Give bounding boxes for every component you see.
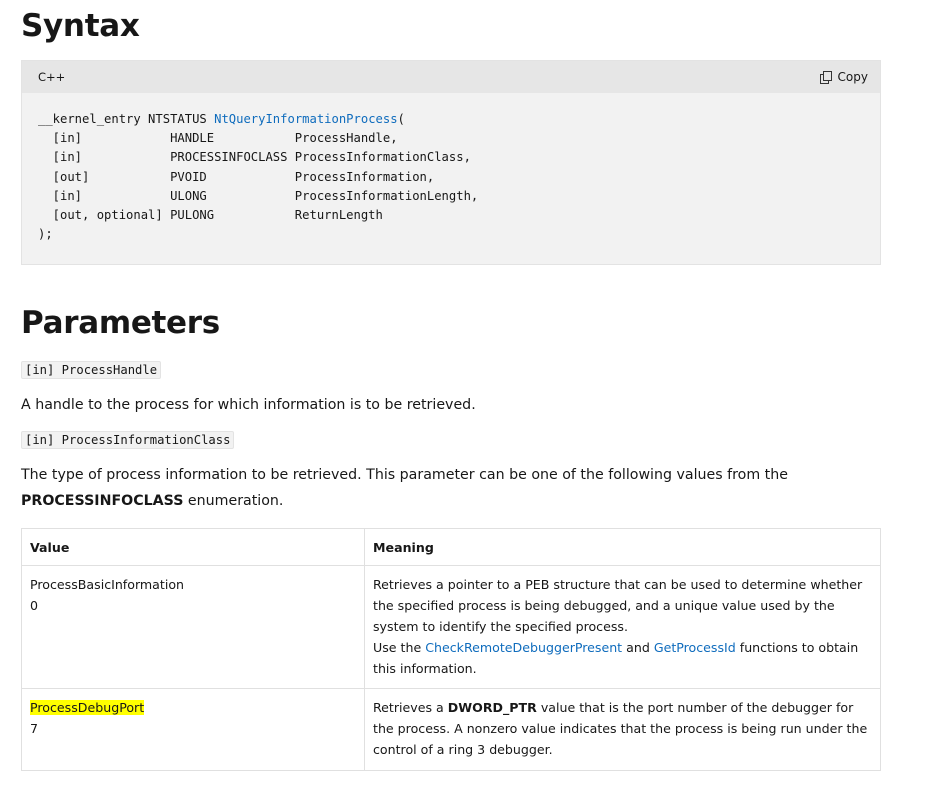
- param-process-handle-description: A handle to the process for which inform…: [21, 397, 476, 414]
- code-language-label: C++: [38, 70, 66, 84]
- syntax-code-block: C++ Copy __kernel_entry NTSTATUS NtQuery…: [21, 60, 881, 266]
- param-process-handle: [in] ProcessHandle: [21, 361, 162, 380]
- highlighted-value-name: ProcessDebugPort: [30, 700, 145, 716]
- meaning-fragment: Use the: [373, 639, 426, 655]
- code-function-name: NtQueryInformationProcess: [214, 112, 398, 126]
- code-line: [in] HANDLE ProcessHandle,: [38, 131, 398, 146]
- description-text: enumeration.: [183, 493, 284, 510]
- code-open-paren: (: [397, 112, 405, 126]
- value-number: 7: [30, 721, 39, 737]
- header-value: Value: [21, 528, 365, 567]
- meaning-fragment: Retrieves a: [373, 700, 448, 716]
- param-process-information-class: [in] ProcessInformationClass: [21, 431, 235, 450]
- link-get-process-id[interactable]: GetProcessId: [654, 640, 736, 655]
- param-process-information-class-description: The type of process information to be re…: [21, 462, 821, 514]
- meaning-fragment: and: [622, 639, 654, 655]
- description-text: The type of process information to be re…: [21, 467, 788, 484]
- code-close: );: [38, 227, 53, 242]
- header-meaning: Meaning: [364, 528, 881, 567]
- code-header: C++ Copy: [22, 61, 880, 93]
- meaning-text: Retrieves a pointer to a PEB structure t…: [373, 577, 863, 635]
- parameters-heading: Parameters: [21, 305, 220, 342]
- meaning-text: Retrieves a DWORD_PTR value that is the …: [373, 698, 872, 760]
- meaning-cell: Retrieves a DWORD_PTR value that is the …: [364, 688, 881, 771]
- link-check-remote-debugger-present[interactable]: CheckRemoteDebuggerPresent: [425, 640, 622, 655]
- code-line: [out] PVOID ProcessInformation,: [38, 169, 435, 184]
- type-name: DWORD_PTR: [447, 700, 537, 716]
- values-table: Value Meaning ProcessBasicInformation 0 …: [21, 528, 881, 771]
- doc-content: Syntax C++ Copy __kernel_entry NTSTATUS …: [21, 0, 881, 771]
- syntax-code: __kernel_entry NTSTATUS NtQueryInformati…: [22, 93, 880, 264]
- code-line: [out, optional] PULONG ReturnLength: [38, 208, 383, 223]
- enum-name: PROCESSINFOCLASS: [21, 493, 184, 510]
- meaning-cell: Retrieves a pointer to a PEB structure t…: [364, 565, 881, 690]
- copy-label: Copy: [837, 70, 868, 84]
- copy-button[interactable]: Copy: [819, 70, 868, 84]
- value-name: ProcessBasicInformation: [30, 577, 185, 593]
- table-row: ProcessDebugPort 7 Retrieves a DWORD_PTR…: [21, 688, 881, 771]
- table-header-row: Value Meaning: [21, 528, 881, 567]
- copy-icon: [819, 70, 832, 84]
- code-prefix: __kernel_entry NTSTATUS: [38, 112, 215, 126]
- value-name: ProcessDebugPort: [30, 698, 356, 719]
- value-cell: ProcessBasicInformation 0: [21, 565, 365, 690]
- value-cell: ProcessDebugPort 7: [21, 688, 365, 771]
- table-row: ProcessBasicInformation 0 Retrieves a po…: [21, 565, 881, 690]
- meaning-text: Use the CheckRemoteDebuggerPresent and G…: [373, 638, 872, 680]
- code-line: [in] PROCESSINFOCLASS ProcessInformation…: [38, 150, 471, 165]
- code-line: [in] ULONG ProcessInformationLength,: [38, 188, 479, 203]
- value-number: 0: [30, 598, 39, 614]
- syntax-heading: Syntax: [21, 8, 140, 44]
